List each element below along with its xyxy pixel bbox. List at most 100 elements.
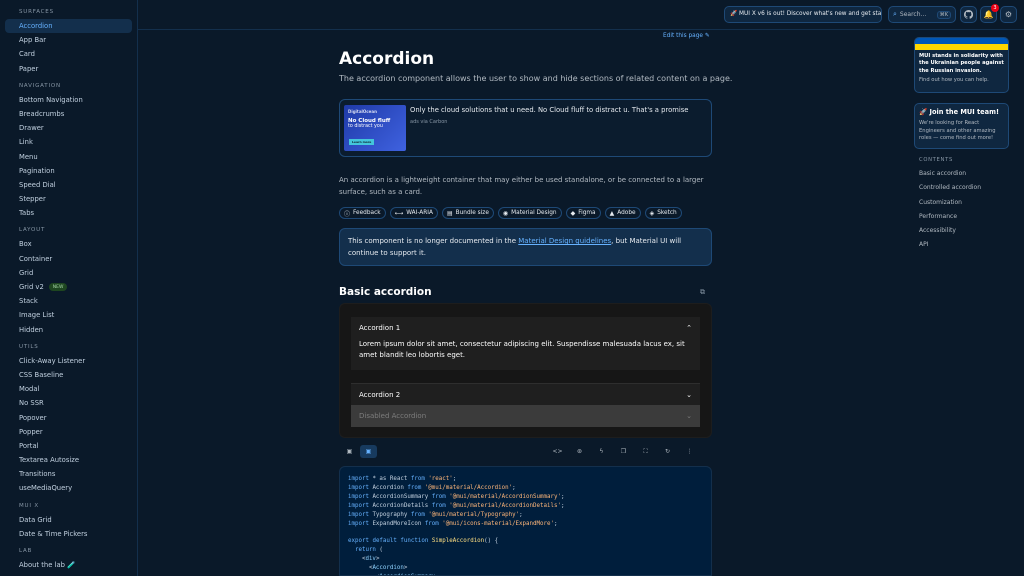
accordion-demo: Accordion 1 ⌃ Lorem ipsum dolor sit amet… (339, 303, 712, 438)
chip-wai-aria[interactable]: ⟷ WAI-ARIA (389, 207, 438, 219)
material-guidelines-link[interactable]: Material Design guidelines (518, 237, 611, 245)
sidebar-item-label: useMediaQuery (19, 484, 73, 493)
sidebar-item-portal[interactable]: Portal (5, 439, 132, 453)
reset-demo-button[interactable]: ↻ (659, 445, 676, 458)
toc-item-api[interactable]: API (919, 238, 981, 252)
nav-section: LAYOUT Box Container Grid Grid v2 NEW Stack Ima… (0, 224, 137, 336)
stackblitz-button[interactable]: ϟ (593, 445, 610, 458)
nav-section: NAVIGATION Bottom Navigation Breadcrumbs Dr… (0, 80, 137, 221)
link-anchor-icon[interactable]: ⧉ (700, 288, 705, 297)
toc-item-customization[interactable]: Customization (919, 196, 981, 210)
toc-item-controlled-accordion[interactable]: Controlled accordion (919, 181, 981, 195)
code-line: <Accordion> (348, 565, 408, 572)
sidebar-item-textarea-autosize[interactable]: Textarea Autosize (5, 453, 132, 467)
show-source-button[interactable]: <> (549, 445, 566, 458)
sidebar-item-css-baseline[interactable]: CSS Baseline (5, 368, 132, 382)
codesandbox-button[interactable]: ⊛ (571, 445, 588, 458)
sidebar-item-label: Image List (19, 311, 55, 320)
sidebar-item-breadcrumbs[interactable]: Breadcrumbs (5, 107, 132, 121)
more-vert-icon: ⋮ (686, 448, 693, 455)
search-button[interactable]: ⌕ Search... ⌘K (888, 6, 956, 23)
sidebar-item-paper[interactable]: Paper (5, 62, 132, 76)
accordion-1-summary[interactable]: Accordion 1 ⌃ (351, 317, 700, 339)
ukraine-banner[interactable]: MUI stands in solidarity with the Ukrain… (914, 37, 1009, 93)
toc-item-performance[interactable]: Performance (919, 210, 981, 224)
sidebar-item-label: Container (19, 254, 53, 263)
sidebar-item-popover[interactable]: Popover (5, 411, 132, 425)
announcement-banner[interactable]: 🚀 MUI X v6 is out! Discover what's new a… (724, 6, 882, 23)
nav-section-heading: SURFACES (19, 9, 54, 15)
notifications-button[interactable]: 🔔 3 (980, 4, 999, 23)
carbon-ad[interactable]: DigitalOcean No Cloud fluff to distract … (339, 99, 712, 157)
sidebar-item-stepper[interactable]: Stepper (5, 192, 132, 206)
table-of-contents: Basic accordion Controlled accordion Custo… (919, 167, 981, 253)
sidebar-item-usemediaquery[interactable]: useMediaQuery (5, 481, 132, 495)
sidebar-item-card[interactable]: Card (5, 47, 132, 61)
sidebar-item-link[interactable]: Link (5, 135, 132, 149)
nav-section: UTILS Click-Away Listener CSS Baseline Moda… (0, 341, 137, 496)
sidebar-item-tabs[interactable]: Tabs (5, 206, 132, 220)
chip-figma[interactable]: ◆ Figma (565, 207, 601, 219)
ad-via-link[interactable]: ads via Carbon (410, 119, 447, 125)
sidebar-item-about-the-lab[interactable]: About the lab 🧪 (5, 558, 132, 572)
sidebar-item-pagination[interactable]: Pagination (5, 164, 132, 178)
chip-feedback[interactable]: ⓘ Feedback (339, 207, 386, 219)
sidebar-item-transitions[interactable]: Transitions (5, 467, 132, 481)
accordion-2-summary[interactable]: Accordion 2 ⌄ (351, 384, 700, 406)
chip-adobe[interactable]: ▲ Adobe (604, 207, 641, 219)
sidebar-item-hidden[interactable]: Hidden (5, 323, 132, 337)
wai-aria-icon: ⟷ (394, 209, 404, 217)
sidebar-item-label: Box (19, 240, 32, 249)
js-source-toggle[interactable]: ▣ (341, 445, 358, 458)
code-block[interactable]: import * as React from 'react'; import Ac… (339, 466, 712, 576)
typescript-icon: ▣ (365, 448, 372, 455)
sidebar-item-stack[interactable]: Stack (5, 294, 132, 308)
sidebar-item-label: Popper (19, 427, 43, 436)
sidebar-item-accordion[interactable]: Accordion (5, 19, 132, 34)
sidebar-item-data-grid[interactable]: Data Grid (5, 513, 132, 527)
sidebar-item-label: Card (19, 50, 35, 59)
sidebar-item-speed-dial[interactable]: Speed Dial (5, 178, 132, 192)
sidebar-item-app-bar[interactable]: App Bar (5, 33, 132, 47)
sidebar-item-drawer[interactable]: Drawer (5, 121, 132, 135)
lightning-icon: ϟ (599, 448, 604, 455)
reset-focus-button[interactable]: ⛶ (637, 445, 654, 458)
github-button[interactable] (960, 6, 977, 23)
sidebar-item-modal[interactable]: Modal (5, 382, 132, 396)
ad-text[interactable]: Only the cloud solutions that u need. No… (410, 106, 688, 114)
sidebar-item-grid-v2[interactable]: Grid v2 NEW (5, 280, 132, 294)
ukraine-text: MUI stands in solidarity with the Ukrain… (919, 53, 1004, 74)
toc-item-accessibility[interactable]: Accessibility (919, 224, 981, 238)
sidebar-item-popper[interactable]: Popper (5, 425, 132, 439)
settings-button[interactable]: ⚙ (1000, 6, 1017, 23)
copy-source-button[interactable]: ❐ (615, 445, 632, 458)
toc-item-basic-accordion[interactable]: Basic accordion (919, 167, 981, 181)
nav-section-heading: UTILS (19, 343, 39, 350)
demo-toolbar: ▣ ▣ <> ⊛ ϟ ❐ ⛶ ↻ ⋮ (339, 444, 712, 460)
sidebar-item-menu[interactable]: Menu (5, 150, 132, 164)
ts-source-toggle[interactable]: ▣ (360, 445, 377, 458)
sidebar-item-no-ssr[interactable]: No SSR (5, 396, 132, 410)
more-options-button[interactable]: ⋮ (681, 445, 698, 458)
sidebar-item-container[interactable]: Container (5, 252, 132, 266)
sidebar-item-image-list[interactable]: Image List (5, 308, 132, 322)
edit-page-link[interactable]: Edit this page ✎ (663, 33, 710, 39)
notification-count-badge: 3 (991, 4, 999, 12)
sidebar-item-label: About the lab 🧪 (19, 561, 76, 569)
join-team-title: 🚀 Join the MUI team! (919, 108, 999, 116)
sidebar-item-click-away-listener[interactable]: Click-Away Listener (5, 354, 132, 368)
chip-bundle-size[interactable]: ▤ Bundle size (441, 207, 494, 219)
join-team-card[interactable]: 🚀 Join the MUI team! We're looking for R… (914, 103, 1009, 149)
nav-section-heading: LAYOUT (19, 227, 46, 234)
sidebar-item-date-time-pickers[interactable]: Date & Time Pickers (5, 527, 132, 541)
search-placeholder: Search... (899, 11, 927, 18)
ukraine-help-link[interactable]: Find out how you can help. (915, 75, 1008, 85)
sidebar-item-bottom-navigation[interactable]: Bottom Navigation (5, 93, 132, 107)
sidebar-item-label: Link (19, 138, 33, 147)
chip-material-design[interactable]: ◉ Material Design (497, 207, 562, 219)
sidebar-item-grid[interactable]: Grid (5, 266, 132, 280)
chip-sketch[interactable]: ◈ Sketch (644, 207, 682, 219)
ad-image[interactable]: DigitalOcean No Cloud fluff to distract … (344, 105, 406, 151)
sidebar-item-box[interactable]: Box (5, 237, 132, 251)
sidebar-item-label: Grid (19, 268, 34, 277)
